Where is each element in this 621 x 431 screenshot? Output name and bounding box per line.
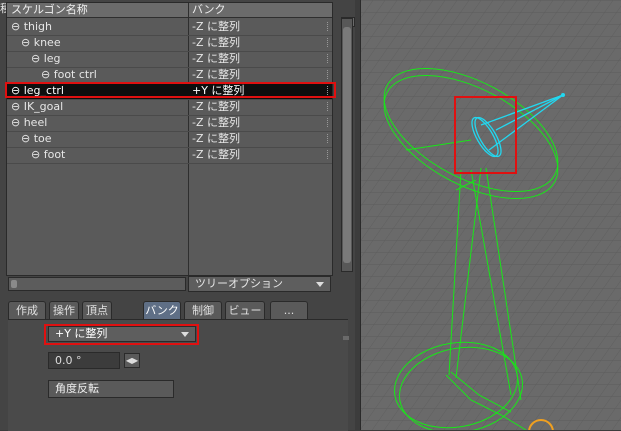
column-header-name[interactable]: スケルゴン名称 bbox=[11, 3, 88, 17]
row-grip-icon[interactable] bbox=[327, 150, 332, 159]
tab-bank[interactable]: バンク bbox=[143, 301, 181, 319]
bank-value[interactable]: -Z に整列 bbox=[192, 115, 240, 130]
tab-create[interactable]: 作成 bbox=[8, 301, 46, 319]
bank-value[interactable]: -Z に整列 bbox=[192, 67, 240, 82]
row-grip-icon[interactable] bbox=[327, 134, 332, 143]
viewport-canvas bbox=[361, 0, 621, 430]
bank-value[interactable]: -Z に整列 bbox=[192, 19, 240, 34]
tree-vertical-scrollbar[interactable] bbox=[341, 18, 353, 272]
selected-row-highlight bbox=[5, 82, 336, 98]
tree-row[interactable]: ⊖ thigh -Z に整列 bbox=[7, 19, 332, 36]
tab-more[interactable]: ... bbox=[270, 301, 308, 319]
tree-horizontal-scrollbar[interactable] bbox=[8, 277, 186, 291]
ground-grid bbox=[361, 0, 621, 430]
tree-row[interactable]: ⊖ toe -Z に整列 bbox=[7, 131, 332, 148]
tree-row[interactable]: ⊖ leg -Z に整列 bbox=[7, 51, 332, 68]
tree-header: スケルゴン名称 バンク bbox=[7, 3, 332, 18]
skelegon-name: ⊖ thigh bbox=[11, 20, 53, 33]
panel-scroll-handle[interactable] bbox=[343, 336, 349, 340]
bank-type-highlight bbox=[44, 324, 199, 345]
tab-view[interactable]: ビュー bbox=[225, 301, 265, 319]
tree-row[interactable]: ⊖ foot -Z に整列 bbox=[7, 147, 332, 164]
skelegon-name: ⊖ heel bbox=[11, 116, 48, 129]
skelegon-panel: スケルゴン名称 バンク ⊖ thigh -Z に整列 ⊖ knee -Z に整列 ⊖ l… bbox=[0, 0, 355, 431]
bank-value[interactable]: -Z に整列 bbox=[192, 147, 240, 162]
3d-viewport[interactable] bbox=[360, 0, 621, 430]
angle-input[interactable]: 0.0 ° bbox=[48, 352, 120, 369]
bank-value[interactable]: -Z に整列 bbox=[192, 99, 240, 114]
bank-value[interactable]: -Z に整列 bbox=[192, 35, 240, 50]
tab-control[interactable]: 制御 bbox=[184, 301, 222, 319]
skelegon-name: ⊖ knee bbox=[21, 36, 61, 49]
skelegon-name: ⊖ leg bbox=[31, 52, 61, 65]
tree-options-label: ツリーオプション bbox=[195, 277, 283, 290]
scroll-thumb[interactable] bbox=[343, 27, 351, 263]
bank-value[interactable]: -Z に整列 bbox=[192, 51, 240, 66]
row-grip-icon[interactable] bbox=[327, 38, 332, 47]
tree-options-dropdown[interactable]: ツリーオプション bbox=[188, 276, 331, 292]
tab-bar: 作成 操作 頂点 バンク 制御 ビュー ... bbox=[8, 301, 348, 319]
row-grip-icon[interactable] bbox=[327, 118, 332, 127]
tree-row[interactable]: ⊖ heel -Z に整列 bbox=[7, 115, 332, 132]
tab-vertex[interactable]: 頂点 bbox=[82, 301, 112, 319]
row-grip-icon[interactable] bbox=[327, 54, 332, 63]
row-grip-icon[interactable] bbox=[327, 22, 332, 31]
angle-stepper[interactable]: ◀▶ bbox=[124, 353, 140, 368]
angle-value: 0.0 ° bbox=[55, 354, 82, 367]
tree-row[interactable]: ⊖ IK_goal -Z に整列 bbox=[7, 99, 332, 116]
flip-angle-button[interactable]: 角度反転 bbox=[48, 380, 174, 398]
skelegon-name: ⊖ foot bbox=[31, 148, 66, 161]
bank-value[interactable]: -Z に整列 bbox=[192, 131, 240, 146]
skelegon-tree: スケルゴン名称 バンク ⊖ thigh -Z に整列 ⊖ knee -Z に整列 ⊖ l… bbox=[6, 2, 333, 276]
scroll-thumb[interactable] bbox=[11, 280, 17, 288]
tree-row[interactable]: ⊖ knee -Z に整列 bbox=[7, 35, 332, 52]
tab-operate[interactable]: 操作 bbox=[49, 301, 79, 319]
column-header-bank[interactable]: バンク bbox=[192, 3, 226, 17]
row-grip-icon[interactable] bbox=[327, 102, 332, 111]
skelegon-name: ⊖ IK_goal bbox=[11, 100, 64, 113]
skelegon-name: ⊖ toe bbox=[21, 132, 52, 145]
chevron-down-icon bbox=[316, 282, 324, 287]
skelegon-name: ⊖ foot ctrl bbox=[41, 68, 97, 81]
row-grip-icon[interactable] bbox=[327, 70, 332, 79]
